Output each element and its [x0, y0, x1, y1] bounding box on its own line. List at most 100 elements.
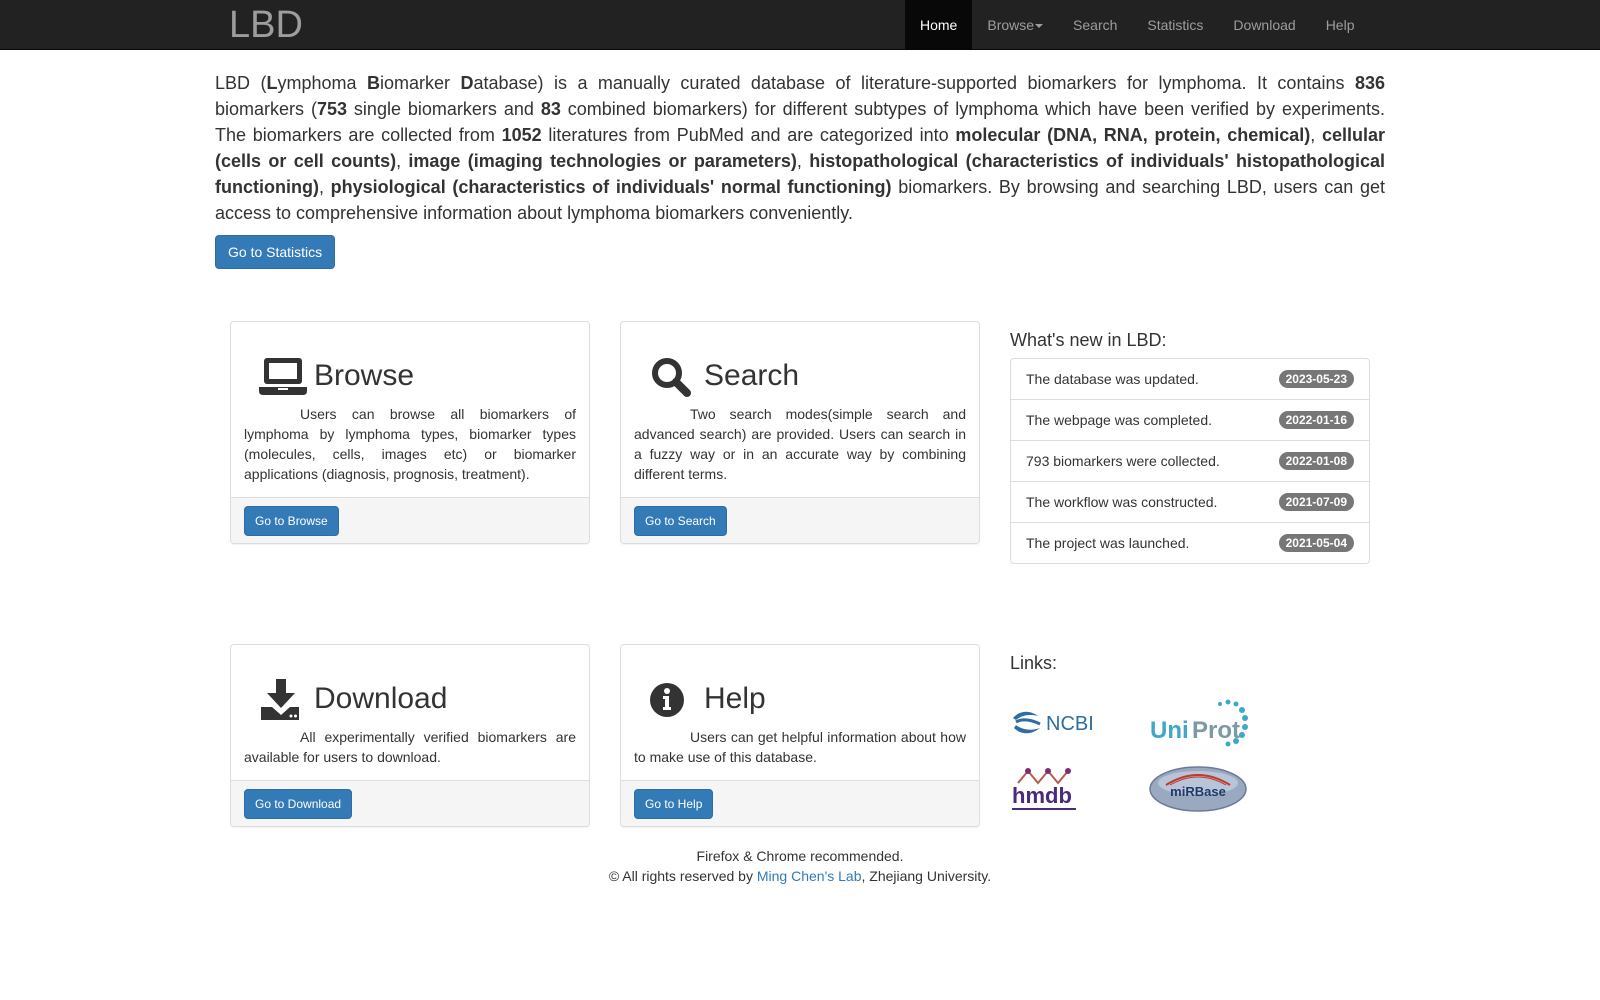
news-text: The workflow was constructed. [1026, 494, 1218, 510]
news-text: 793 biomarkers were collected. [1026, 453, 1220, 469]
news-heading: What's new in LBD: [1010, 330, 1167, 350]
single-biomarker-count: 753 [316, 99, 347, 119]
news-item: The database was updated. 2023-05-23 [1011, 359, 1369, 400]
news-list: The database was updated. 2023-05-23 The … [1010, 358, 1370, 564]
panel-title: Download [314, 682, 448, 715]
go-to-help-button[interactable]: Go to Help [634, 788, 714, 819]
go-to-download-button[interactable]: Go to Download [244, 788, 353, 819]
acronym-letter: L [266, 73, 278, 93]
intro-text: single biomarkers and [347, 99, 541, 119]
nav-statistics[interactable]: Statistics [1132, 0, 1218, 50]
search-panel: Search Two search modes(simple search an… [620, 321, 980, 544]
panel-heading: Download [244, 675, 576, 727]
panel-heading: Help [634, 675, 966, 727]
svg-text:Uni: Uni [1150, 717, 1189, 744]
category-molecular: molecular (DNA, RNA, protein, chemical) [955, 125, 1311, 145]
go-to-browse-button[interactable]: Go to Browse [244, 505, 339, 536]
panel-footer: Go to Help [621, 780, 979, 826]
acronym-letter: B [366, 73, 380, 93]
nav-download[interactable]: Download [1218, 0, 1310, 50]
download-panel: Download All experimentally verified bio… [230, 644, 590, 827]
panel-footer: Go to Browse [231, 497, 589, 543]
panel-heading: Search [634, 352, 966, 404]
panel-description: Users can get helpful information about … [634, 729, 966, 765]
svg-text:Prot: Prot [1192, 717, 1240, 744]
brand-logo[interactable]: LBD [229, 3, 303, 47]
nav-help[interactable]: Help [1311, 0, 1370, 50]
hmdb-logo[interactable]: hmdb [1010, 763, 1080, 815]
intro-text: , [796, 151, 810, 171]
news-text: The database was updated. [1026, 371, 1199, 387]
date-badge: 2021-07-09 [1278, 493, 1354, 511]
go-to-statistics-button[interactable]: Go to Statistics [215, 235, 336, 269]
lab-link[interactable]: Ming Chen's Lab [757, 868, 862, 884]
intro-paragraph: LBD (Lymphoma Biomarker Database) is a m… [215, 70, 1385, 226]
intro-text: biomarkers ( [215, 99, 317, 119]
panel-footer: Go to Search [621, 497, 979, 543]
intro-text: , [1310, 125, 1322, 145]
laptop-icon [259, 358, 307, 395]
go-to-search-button[interactable]: Go to Search [634, 505, 727, 536]
category-image: image (imaging technologies or parameter… [408, 151, 797, 171]
news-item: The project was launched. 2021-05-04 [1011, 523, 1369, 563]
nav-menu: Home Browse Search Statistics Download H… [905, 0, 1369, 50]
browser-recommendation: Firefox & Chrome recommended. [696, 848, 904, 864]
panel-title: Browse [314, 359, 415, 392]
search-icon [652, 358, 691, 397]
acronym-letter: D [460, 73, 474, 93]
nav-browse-label: Browse [987, 17, 1035, 33]
intro-text: , [396, 151, 409, 171]
svg-text:miRBase: miRBase [1170, 784, 1226, 799]
panel-description: Two search modes(simple search and advan… [634, 406, 966, 482]
copyright-line: © All rights reserved by Ming Chen's Lab… [0, 866, 1600, 886]
svg-text:hmdb: hmdb [1012, 783, 1072, 808]
date-badge: 2023-05-23 [1278, 370, 1354, 388]
svg-text:NCBI: NCBI [1046, 713, 1094, 735]
intro-text: atabase) is a manually curated database … [473, 73, 1355, 93]
mirbase-logo-icon: miRBase [1149, 766, 1247, 812]
navbar: LBD Home Browse Search Statistics Downlo… [0, 0, 1600, 50]
university-text: , Zhejiang University. [861, 868, 992, 884]
combined-biomarker-count: 83 [540, 99, 561, 119]
date-badge: 2022-01-16 [1278, 411, 1354, 429]
mirbase-logo[interactable]: miRBase [1148, 765, 1248, 813]
panel-title: Help [704, 682, 766, 715]
date-badge: 2021-05-04 [1278, 534, 1354, 552]
copyright-text: © All rights reserved by [608, 868, 757, 884]
uniprot-logo-icon: Uni Prot [1150, 699, 1248, 747]
news-text: The webpage was completed. [1026, 412, 1212, 428]
ncbi-logo-icon: NCBI [1013, 711, 1094, 735]
panel-body: Help Users can get helpful information a… [621, 645, 979, 780]
panel-body: Browse Users can browse all biomarkers o… [231, 322, 589, 497]
nav-search[interactable]: Search [1058, 0, 1132, 50]
download-icon [261, 679, 299, 720]
info-circle-icon [650, 683, 684, 717]
nav-browse-dropdown[interactable]: Browse [972, 0, 1058, 50]
total-biomarker-count: 836 [1354, 73, 1385, 93]
help-panel: Help Users can get helpful information a… [620, 644, 980, 827]
panel-heading: Browse [244, 352, 576, 404]
date-badge: 2022-01-08 [1278, 452, 1354, 470]
panel-title: Search [704, 359, 800, 392]
page-footer: Firefox & Chrome recommended. © All righ… [0, 846, 1600, 886]
news-text: The project was launched. [1026, 535, 1190, 551]
panel-footer: Go to Download [231, 780, 589, 826]
news-item: The webpage was completed. 2022-01-16 [1011, 400, 1369, 441]
news-item: 793 biomarkers were collected. 2022-01-08 [1011, 441, 1369, 482]
uniprot-logo[interactable]: Uni Prot [1148, 698, 1252, 750]
intro-text: literatures from PubMed and are categori… [541, 125, 956, 145]
intro-text: , [318, 177, 331, 197]
intro-text: iomarker [379, 73, 461, 93]
ncbi-logo[interactable]: NCBI [1010, 706, 1110, 740]
panel-body: Download All experimentally verified bio… [231, 645, 589, 780]
panel-body: Search Two search modes(simple search an… [621, 322, 979, 497]
category-physiological: physiological (characteristics of indivi… [330, 177, 892, 197]
news-item: The workflow was constructed. 2021-07-09 [1011, 482, 1369, 523]
panel-description: All experimentally verified biomarkers a… [244, 729, 576, 765]
intro-text: LBD ( [215, 73, 267, 93]
caret-down-icon [1035, 24, 1044, 29]
literature-count: 1052 [501, 125, 542, 145]
links-heading: Links: [1010, 653, 1058, 673]
browse-panel: Browse Users can browse all biomarkers o… [230, 321, 590, 544]
nav-home[interactable]: Home [905, 0, 973, 50]
